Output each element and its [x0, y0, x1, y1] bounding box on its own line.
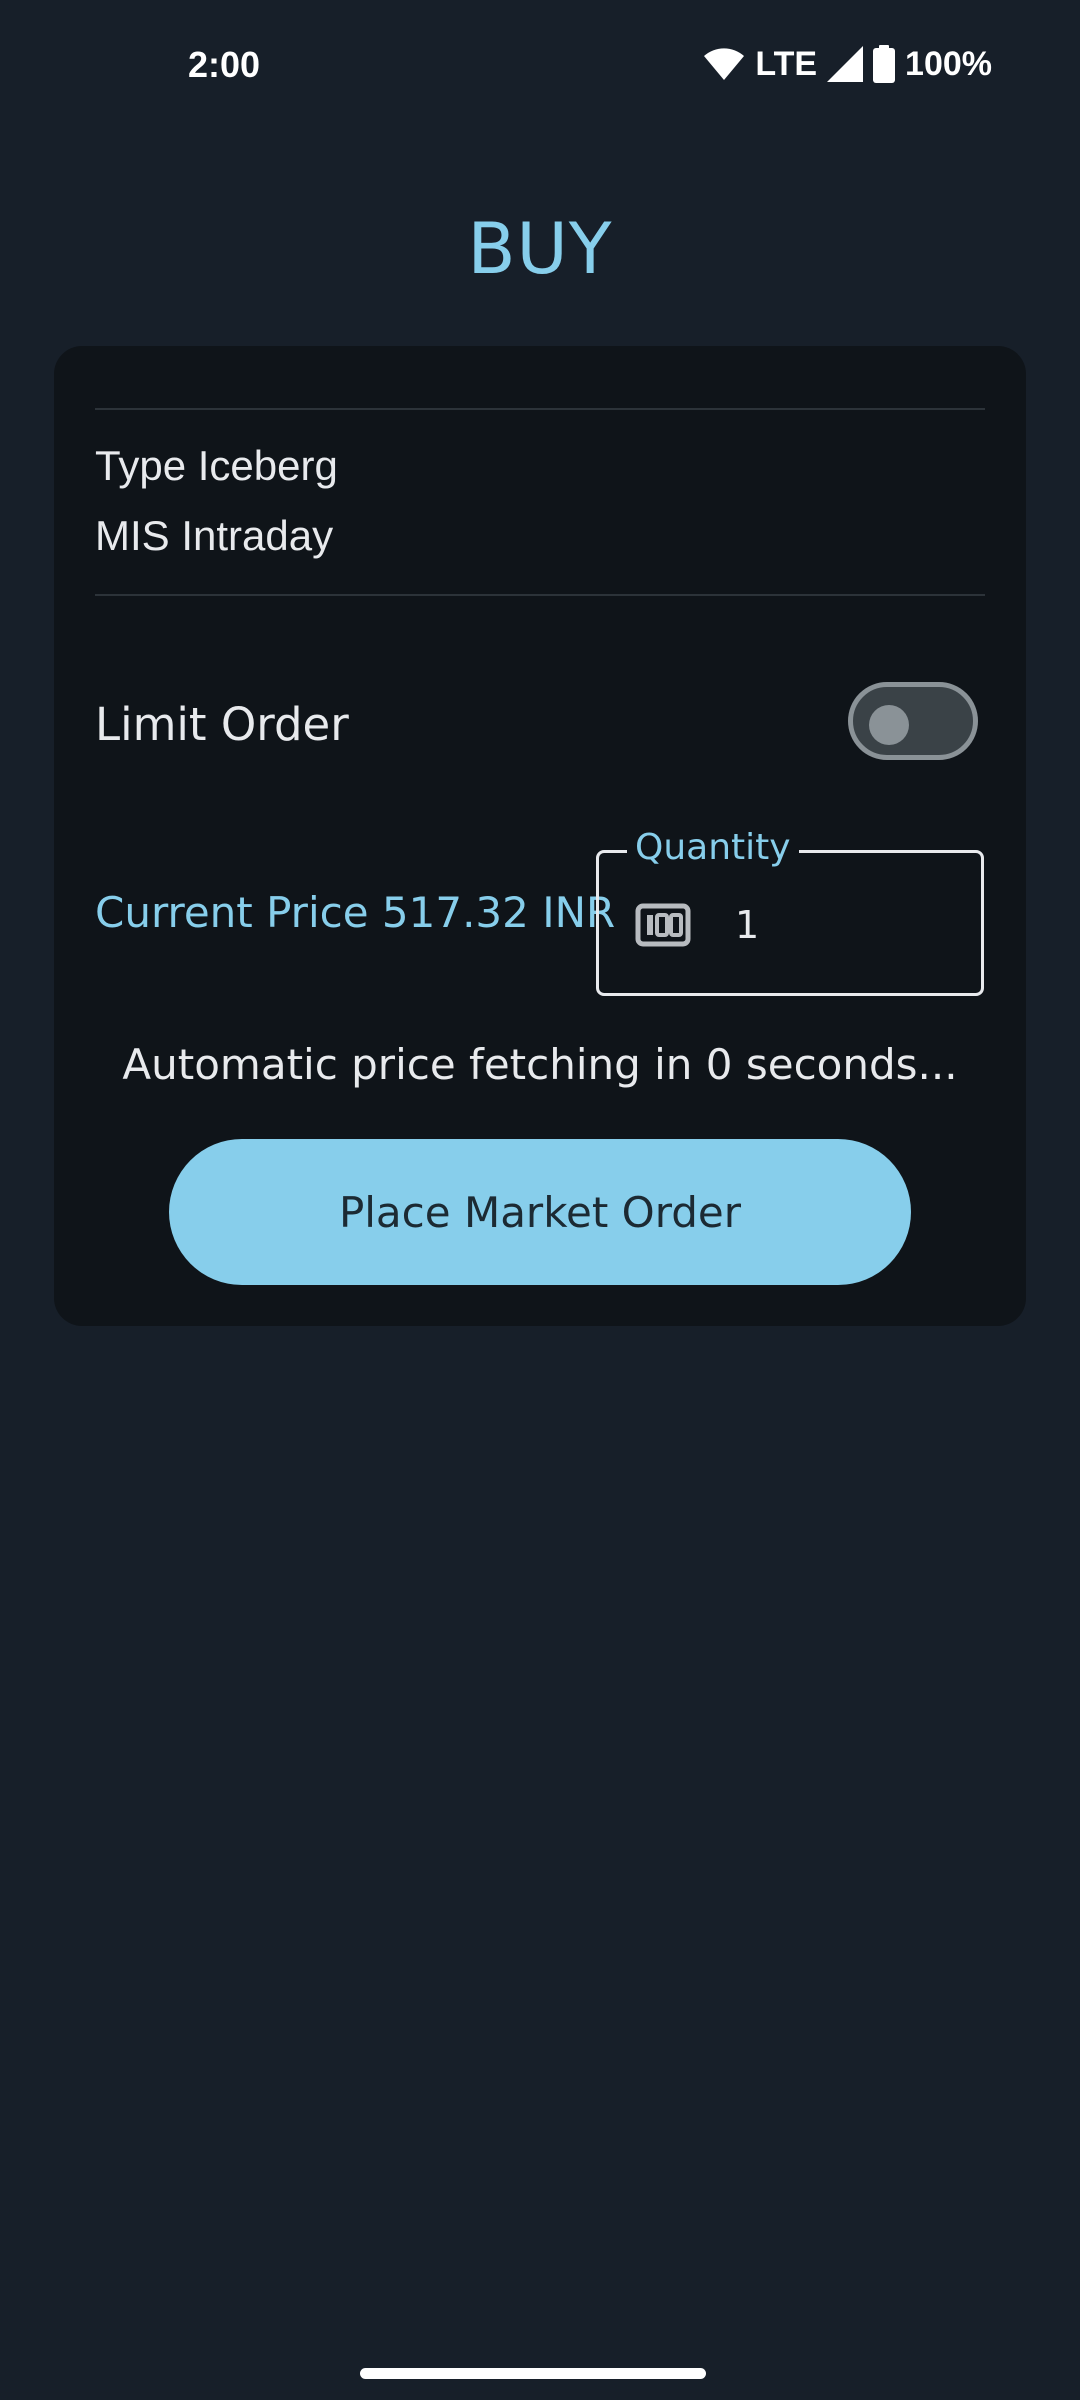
product-type-text: MIS Intraday	[95, 512, 334, 559]
current-price-text: Current Price 517.32 INR	[95, 888, 616, 937]
buy-order-screen: 2:00 LTE 100% BUY Type Iceberg MIS Intra…	[0, 0, 1080, 2400]
auto-fetch-status: Automatic price fetching in 0 seconds...	[122, 1040, 958, 1089]
battery-percent: 100%	[905, 44, 992, 83]
quantity-field[interactable]: Quantity 1	[596, 826, 984, 996]
divider-bottom	[95, 594, 985, 596]
home-indicator[interactable]	[360, 2368, 706, 2379]
status-bar: 2:00 LTE 100%	[0, 0, 1080, 136]
battery-icon	[873, 45, 896, 83]
page-title: BUY	[467, 208, 613, 290]
toggle-knob	[869, 705, 909, 745]
status-time: 2:00	[188, 44, 261, 85]
divider-top	[95, 408, 985, 410]
network-type: LTE	[755, 44, 818, 83]
quantity-input[interactable]: 1	[735, 903, 759, 947]
order-type-text: Type Iceberg	[95, 442, 338, 489]
wifi-icon	[703, 47, 745, 81]
status-icons: LTE 100%	[703, 42, 992, 86]
place-market-order-button[interactable]: Place Market Order	[169, 1139, 911, 1285]
order-card: Type Iceberg MIS Intraday Limit Order Cu…	[54, 346, 1026, 1326]
counter-icon	[635, 903, 691, 952]
quantity-label: Quantity	[627, 826, 799, 870]
limit-order-label: Limit Order	[95, 698, 349, 751]
signal-icon	[827, 46, 864, 82]
limit-order-toggle[interactable]	[848, 682, 978, 760]
